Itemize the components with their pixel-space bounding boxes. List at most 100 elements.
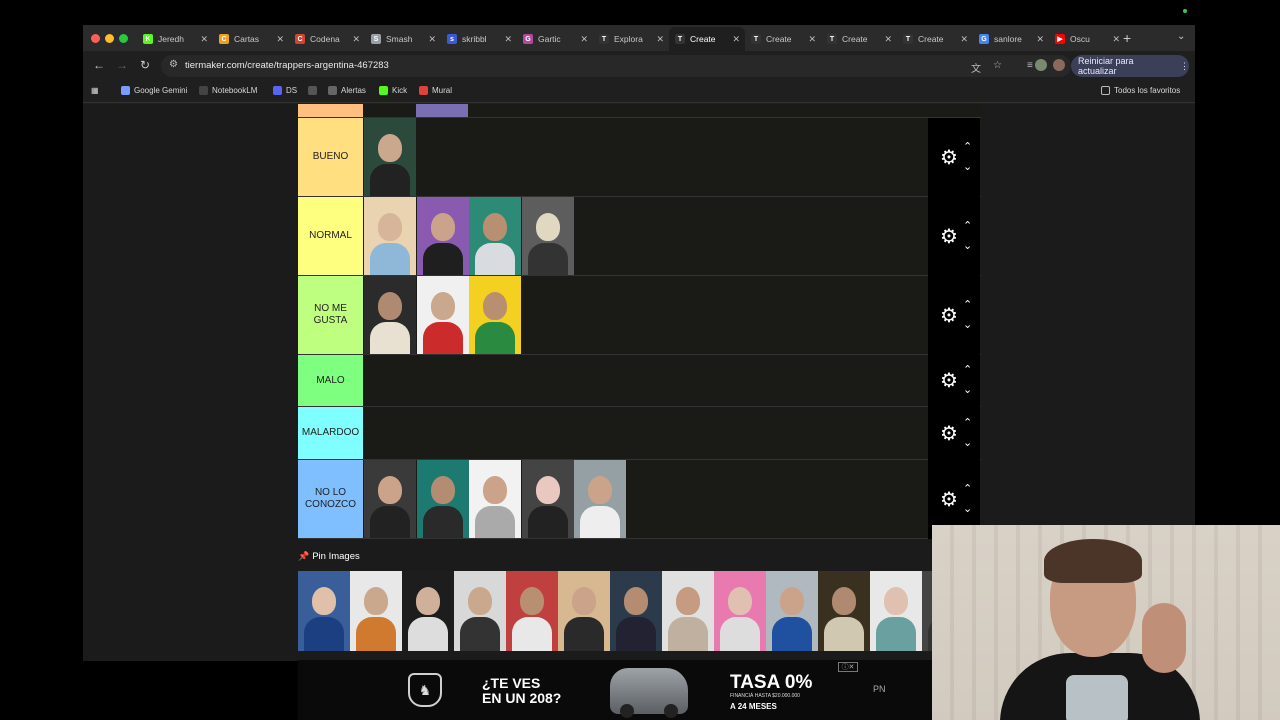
- close-tab-icon[interactable]: ✕: [732, 34, 740, 45]
- browser-tab[interactable]: T Explora ✕: [593, 27, 669, 51]
- pool-image[interactable]: [662, 571, 714, 651]
- browser-tab[interactable]: C Codena ✕: [289, 27, 365, 51]
- new-tab-button[interactable]: +: [1123, 30, 1131, 46]
- browser-tab[interactable]: T Create ✕: [745, 27, 821, 51]
- gear-icon[interactable]: ⚙: [940, 490, 958, 510]
- pool-image[interactable]: [610, 571, 662, 651]
- move-down-icon[interactable]: ⌄: [963, 503, 972, 515]
- close-tab-icon[interactable]: ✕: [808, 34, 816, 45]
- minimize-window-button[interactable]: [105, 34, 114, 43]
- site-info-icon[interactable]: ⚙: [169, 59, 178, 70]
- all-bookmarks-folder[interactable]: Todos los favoritos: [1101, 86, 1180, 95]
- move-up-icon[interactable]: ⌃: [963, 141, 972, 153]
- tier-label[interactable]: NO LO CONOZCO: [298, 460, 363, 538]
- translate-icon[interactable]: 文: [971, 60, 981, 75]
- pool-image[interactable]: [350, 571, 402, 651]
- gear-icon[interactable]: ⚙: [940, 306, 958, 326]
- close-window-button[interactable]: [91, 34, 100, 43]
- tier-image[interactable]: [521, 197, 574, 275]
- tier-image[interactable]: [416, 460, 469, 538]
- maximize-window-button[interactable]: [119, 34, 128, 43]
- close-tab-icon[interactable]: ✕: [504, 34, 512, 45]
- pool-image[interactable]: [818, 571, 870, 651]
- tier-image[interactable]: [416, 276, 469, 354]
- browser-tab[interactable]: ▶ Oscu ✕: [1049, 27, 1125, 51]
- pool-image[interactable]: [766, 571, 818, 651]
- tier-image[interactable]: [364, 197, 416, 275]
- close-tab-icon[interactable]: ✕: [276, 34, 284, 45]
- gear-icon[interactable]: ⚙: [940, 227, 958, 247]
- tier-image[interactable]: [364, 460, 416, 538]
- tier-label[interactable]: MALO: [298, 355, 363, 406]
- browser-tab[interactable]: Gsanlore ✕: [973, 27, 1049, 51]
- tier-image[interactable]: [364, 118, 416, 196]
- close-tab-icon[interactable]: ✕: [200, 34, 208, 45]
- gear-icon[interactable]: ⚙: [940, 371, 958, 391]
- ad-banner[interactable]: ♞ ¿TE VES EN UN 208? TASA 0% FINANCIÁ HA…: [298, 660, 932, 720]
- tier-image[interactable]: [416, 197, 469, 275]
- bookmark-star-icon[interactable]: ☆: [993, 60, 1002, 71]
- close-tab-icon[interactable]: ✕: [352, 34, 360, 45]
- profile-avatar[interactable]: [1053, 59, 1065, 71]
- bookmark-item[interactable]: Mural: [419, 86, 452, 95]
- browser-tab[interactable]: T Create ✕: [897, 27, 973, 51]
- extension-icon[interactable]: [1035, 59, 1047, 71]
- tier-image[interactable]: [416, 104, 468, 117]
- move-up-icon[interactable]: ⌃: [963, 365, 972, 376]
- gear-icon[interactable]: ⚙: [940, 424, 958, 444]
- pool-image[interactable]: [558, 571, 610, 651]
- tier-label[interactable]: NO ME GUSTA: [298, 276, 363, 354]
- close-tab-icon[interactable]: ✕: [580, 34, 588, 45]
- gear-icon[interactable]: ⚙: [940, 148, 958, 168]
- tier-image[interactable]: [574, 460, 626, 538]
- browser-tab[interactable]: S Smash ✕: [365, 27, 441, 51]
- close-tab-icon[interactable]: ✕: [428, 34, 436, 45]
- move-up-icon[interactable]: ⌃: [963, 483, 972, 495]
- bookmark-item[interactable]: Google Gemini: [121, 86, 187, 95]
- reload-button[interactable]: ↻: [140, 58, 150, 72]
- browser-tab[interactable]: T Create ✕: [669, 27, 745, 51]
- close-tab-icon[interactable]: ✕: [1036, 34, 1044, 45]
- browser-tab[interactable]: C Cartas ✕: [213, 27, 289, 51]
- tier-label[interactable]: BUENO: [298, 118, 363, 196]
- browser-tab[interactable]: G Gartic ✕: [517, 27, 593, 51]
- back-button[interactable]: ←: [93, 58, 105, 72]
- bookmark-item[interactable]: [308, 86, 321, 95]
- move-up-icon[interactable]: ⌃: [963, 417, 972, 429]
- tab-search-icon[interactable]: ⌄: [1177, 31, 1185, 42]
- media-icon[interactable]: ≡: [1027, 60, 1033, 71]
- close-tab-icon[interactable]: ✕: [884, 34, 892, 45]
- move-up-icon[interactable]: ⌃: [963, 220, 972, 232]
- browser-tab[interactable]: K Jeredh ✕: [137, 27, 213, 51]
- move-down-icon[interactable]: ⌄: [963, 240, 972, 252]
- tier-image[interactable]: [364, 276, 416, 354]
- pool-image[interactable]: [714, 571, 766, 651]
- update-browser-button[interactable]: Reiniciar para actualizar ⋮: [1071, 55, 1189, 77]
- close-tab-icon[interactable]: ✕: [1112, 34, 1120, 45]
- move-down-icon[interactable]: ⌄: [963, 437, 972, 449]
- pool-image[interactable]: [454, 571, 506, 651]
- pool-image[interactable]: [298, 571, 350, 651]
- forward-button[interactable]: →: [116, 58, 128, 72]
- address-bar[interactable]: ⚙ tiermaker.com/create/trappers-argentin…: [161, 55, 1071, 77]
- tier-image[interactable]: [521, 460, 574, 538]
- browser-tab[interactable]: s skribbl ✕: [441, 27, 517, 51]
- ad-info-icon[interactable]: ⓘ✕: [838, 662, 858, 672]
- tier-image[interactable]: [469, 197, 521, 275]
- move-up-icon[interactable]: ⌃: [963, 299, 972, 311]
- pool-image[interactable]: [506, 571, 558, 651]
- tier-image[interactable]: [469, 276, 521, 354]
- bookmark-item[interactable]: Kick: [379, 86, 407, 95]
- pool-image[interactable]: [870, 571, 922, 651]
- bookmark-item[interactable]: DS: [273, 86, 297, 95]
- apps-grid-icon[interactable]: ▦: [91, 86, 99, 95]
- browser-tab[interactable]: T Create ✕: [821, 27, 897, 51]
- move-down-icon[interactable]: ⌄: [963, 319, 972, 331]
- close-tab-icon[interactable]: ✕: [656, 34, 664, 45]
- close-tab-icon[interactable]: ✕: [960, 34, 968, 45]
- pool-image[interactable]: [402, 571, 454, 651]
- move-down-icon[interactable]: ⌄: [963, 385, 972, 396]
- bookmark-item[interactable]: NotebookLM: [199, 86, 257, 95]
- move-down-icon[interactable]: ⌄: [963, 161, 972, 173]
- tier-image[interactable]: [469, 460, 521, 538]
